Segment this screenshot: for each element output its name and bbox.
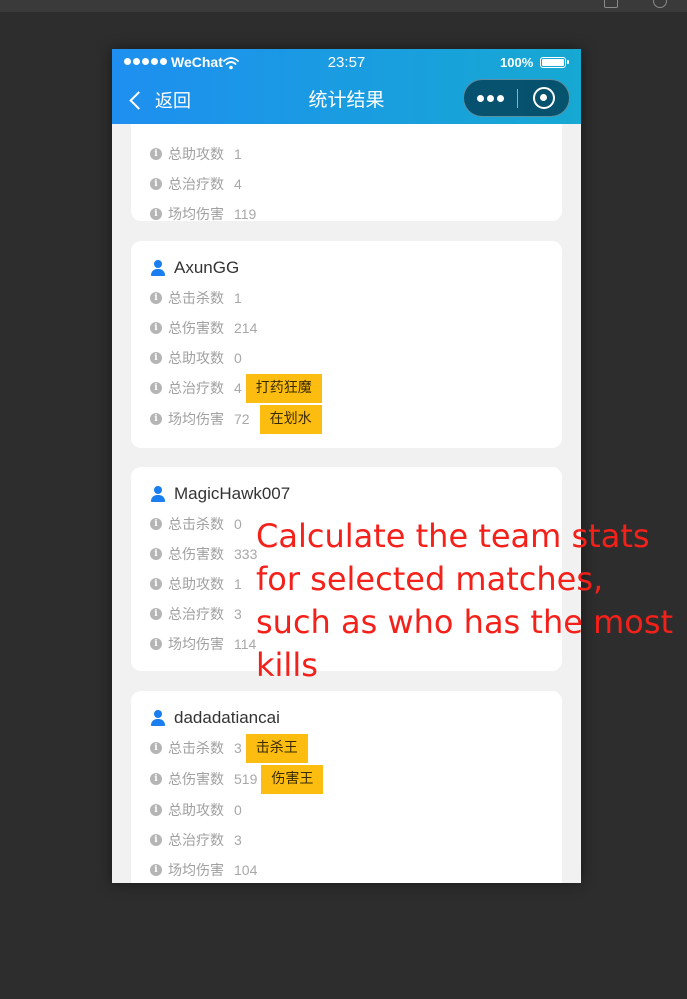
status-bar: WeChat 23:57 100% bbox=[112, 49, 581, 77]
info-icon: i bbox=[150, 413, 162, 425]
miniprogram-capsule bbox=[463, 79, 570, 117]
player-name: MagicHawk007 bbox=[174, 484, 291, 503]
user-icon bbox=[150, 710, 166, 726]
info-icon: i bbox=[150, 578, 162, 590]
window-control-icon[interactable] bbox=[653, 0, 667, 8]
info-icon: i bbox=[150, 864, 162, 876]
info-icon: i bbox=[150, 292, 162, 304]
battery-icon bbox=[540, 57, 569, 68]
info-icon: i bbox=[150, 638, 162, 650]
stat-assists: i 总助攻数 1 bbox=[150, 144, 242, 164]
player-header: AxunGG bbox=[150, 258, 239, 278]
stat-kills: i 总击杀数 0 bbox=[150, 514, 242, 534]
info-icon: i bbox=[150, 742, 162, 754]
info-icon: i bbox=[150, 148, 162, 160]
player-header: MagicHawk007 bbox=[150, 484, 290, 504]
award-badge: 击杀王 bbox=[245, 733, 308, 763]
stat-damage: i 总伤害数 214 bbox=[150, 318, 257, 338]
info-icon: i bbox=[150, 518, 162, 530]
info-icon: i bbox=[150, 178, 162, 190]
player-name: AxunGG bbox=[174, 258, 240, 277]
info-icon: i bbox=[150, 322, 162, 334]
nav-bar: 返回 统计结果 bbox=[112, 77, 581, 124]
stat-assists: i 总助攻数 0 bbox=[150, 800, 242, 820]
stat-kills: i 总击杀数 1 bbox=[150, 288, 242, 308]
stat-damage: i 总伤害数 519 伤害王 bbox=[150, 764, 324, 794]
battery-percent: 100% bbox=[500, 55, 534, 70]
info-icon: i bbox=[150, 804, 162, 816]
info-icon: i bbox=[150, 834, 162, 846]
close-miniprogram-button[interactable] bbox=[518, 80, 570, 116]
player-header: dadadatiancai bbox=[150, 708, 280, 728]
close-target-icon bbox=[533, 87, 555, 109]
info-icon: i bbox=[150, 352, 162, 364]
window-control-icon[interactable] bbox=[604, 0, 618, 8]
stat-assists: i 总助攻数 1 bbox=[150, 574, 242, 594]
info-icon: i bbox=[150, 548, 162, 560]
stat-assists: i 总助攻数 0 bbox=[150, 348, 242, 368]
annotation-caption: Calculate the team stats for selected ma… bbox=[256, 517, 674, 684]
user-icon bbox=[150, 486, 166, 502]
player-card: dadadatiancai i 总击杀数 3 击杀王 i 总伤害数 519 伤害… bbox=[131, 691, 562, 883]
header: WeChat 23:57 100% 返回 统计结果 bbox=[112, 49, 581, 124]
award-badge: 打药狂魔 bbox=[245, 373, 322, 403]
phone-screen: WeChat 23:57 100% 返回 统计结果 i 总助攻数 1 i 总治疗… bbox=[112, 49, 581, 883]
stat-avg-damage: i 场均伤害 119 bbox=[150, 204, 256, 224]
stat-avg-damage: i 场均伤害 72 在划水 bbox=[150, 404, 322, 434]
more-menu-button[interactable] bbox=[464, 80, 517, 116]
award-badge: 在划水 bbox=[259, 404, 322, 434]
player-name: dadadatiancai bbox=[174, 708, 280, 727]
info-icon: i bbox=[150, 773, 162, 785]
stat-damage: i 总伤害数 333 bbox=[150, 544, 257, 564]
user-icon bbox=[150, 260, 166, 276]
stat-heals: i 总治疗数 3 bbox=[150, 830, 242, 850]
stats-list[interactable]: i 总助攻数 1 i 总治疗数 4 i 场均伤害 119 AxunGG i 总击… bbox=[112, 124, 581, 883]
stat-heals: i 总治疗数 4 打药狂魔 bbox=[150, 373, 322, 403]
player-card: AxunGG i 总击杀数 1 i 总伤害数 214 i 总助攻数 0 i 总治… bbox=[131, 241, 562, 448]
host-window-strip bbox=[0, 0, 687, 12]
info-icon: i bbox=[150, 208, 162, 220]
award-badge: 伤害王 bbox=[261, 764, 324, 794]
stat-kills: i 总击杀数 3 击杀王 bbox=[150, 733, 308, 763]
info-icon: i bbox=[150, 608, 162, 620]
stat-avg-damage: i 场均伤害 114 bbox=[150, 634, 256, 654]
stat-heals: i 总治疗数 3 bbox=[150, 604, 242, 624]
stat-avg-damage: i 场均伤害 104 bbox=[150, 860, 257, 880]
info-icon: i bbox=[150, 382, 162, 394]
stat-heals: i 总治疗数 4 bbox=[150, 174, 242, 194]
player-card: i 总助攻数 1 i 总治疗数 4 i 场均伤害 119 bbox=[131, 124, 562, 224]
